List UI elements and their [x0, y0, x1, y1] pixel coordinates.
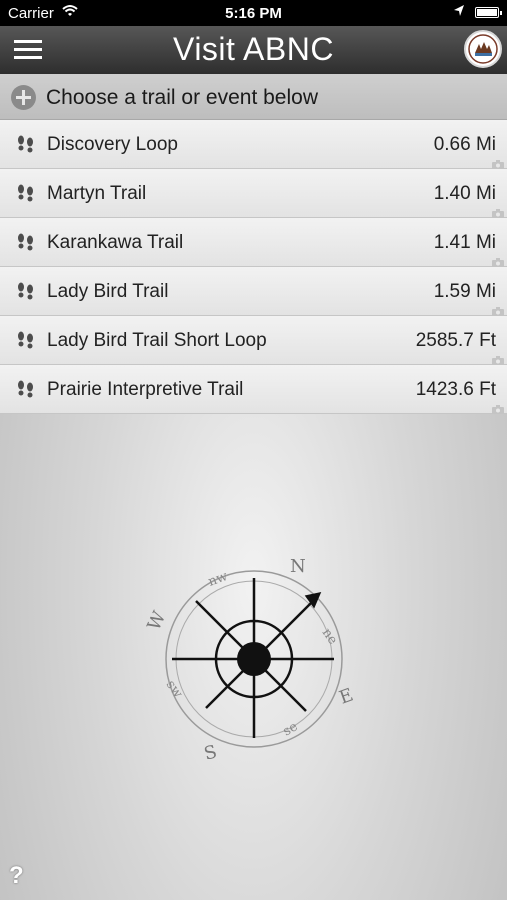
camera-icon [492, 352, 504, 365]
trail-distance: 1423.6 Ft [415, 379, 496, 400]
camera-icon [492, 303, 504, 316]
compass-rose: N E S W nw ne se sw [144, 548, 366, 768]
footsteps-icon [16, 380, 36, 398]
trail-row[interactable]: Discovery Loop 0.66 Mi [0, 120, 507, 169]
footsteps-icon [16, 331, 36, 349]
help-button[interactable]: ? [9, 862, 24, 890]
footsteps-icon [16, 282, 36, 300]
compass-label-e: E [337, 684, 357, 708]
battery-icon [475, 7, 502, 18]
trail-distance: 1.40 Mi [433, 183, 496, 204]
location-arrow-icon [453, 4, 465, 22]
compass-label-w: W [146, 608, 171, 634]
compass-label-se: se [281, 719, 301, 739]
chooser-label: Choose a trail or event below [46, 86, 318, 109]
camera-icon [492, 254, 504, 267]
compass-label-sw: sw [163, 678, 186, 701]
footsteps-icon [16, 233, 36, 251]
camera-icon [492, 401, 504, 414]
trail-name: Prairie Interpretive Trail [47, 379, 244, 400]
footsteps-icon [16, 184, 36, 202]
footsteps-icon [16, 135, 36, 153]
trail-distance: 1.41 Mi [433, 232, 496, 253]
camera-icon [492, 156, 504, 169]
trail-row[interactable]: Lady Bird Trail Short Loop 2585.7 Ft [0, 316, 507, 365]
trail-distance: 0.66 Mi [433, 134, 496, 155]
trail-name: Martyn Trail [47, 183, 147, 204]
trail-name: Lady Bird Trail [47, 281, 169, 302]
status-bar: Carrier 5:16 PM [0, 0, 507, 26]
trail-distance: 1.59 Mi [433, 281, 496, 302]
trail-row[interactable]: Martyn Trail 1.40 Mi [0, 169, 507, 218]
organization-logo-icon[interactable] [464, 30, 502, 68]
trail-row[interactable]: Prairie Interpretive Trail 1423.6 Ft [0, 365, 507, 414]
page-title: Visit ABNC [173, 31, 334, 67]
compass-label-n: N [290, 556, 306, 577]
compass-label-s: S [202, 741, 219, 764]
trail-chooser-header[interactable]: Choose a trail or event below [0, 74, 507, 120]
trail-row[interactable]: Karankawa Trail 1.41 Mi [0, 218, 507, 267]
status-time: 5:16 PM [225, 5, 282, 22]
trail-distance: 2585.7 Ft [415, 330, 496, 351]
trail-name: Lady Bird Trail Short Loop [47, 330, 267, 351]
trail-name: Discovery Loop [47, 134, 178, 155]
plus-circle-icon[interactable] [11, 85, 36, 110]
trail-list: Discovery Loop 0.66 Mi Martyn Trail 1.40… [0, 120, 507, 414]
trail-row[interactable]: Lady Bird Trail 1.59 Mi [0, 267, 507, 316]
camera-icon [492, 205, 504, 218]
navigation-bar: Visit ABNC [0, 26, 507, 74]
trail-name: Karankawa Trail [47, 232, 184, 253]
